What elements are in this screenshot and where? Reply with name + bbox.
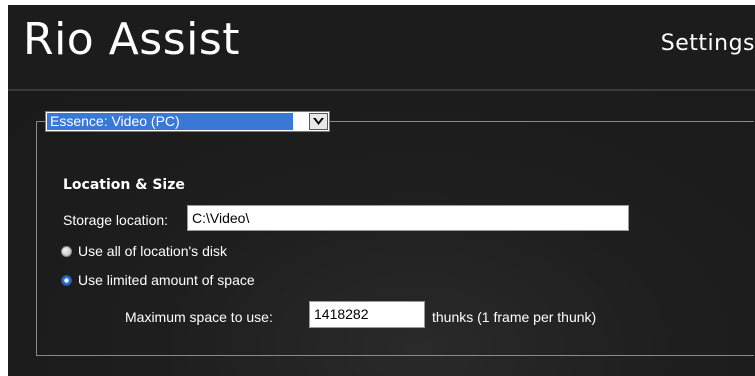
max-space-input[interactable]: 1418282: [309, 301, 425, 328]
radio-use-limited-space-label: Use limited amount of space: [78, 272, 255, 288]
storage-location-label: Storage location:: [63, 212, 169, 228]
storage-location-input[interactable]: C:\Video\: [187, 205, 629, 231]
app-window: Rio Assist Settings Essence: Video (PC) …: [8, 5, 755, 376]
radio-button-unchecked[interactable]: [61, 245, 72, 257]
radio-use-all-disk[interactable]: Use all of location's disk: [61, 243, 227, 259]
app-title: Rio Assist: [23, 14, 241, 65]
radio-use-all-disk-label: Use all of location's disk: [78, 243, 227, 259]
header: Rio Assist Settings: [8, 5, 755, 85]
settings-content: Essence: Video (PC) Location & Size Stor…: [8, 91, 755, 376]
radio-button-checked[interactable]: [61, 274, 72, 286]
essence-select[interactable]: Essence: Video (PC): [45, 111, 330, 132]
max-space-unit: thunks (1 frame per thunk): [432, 309, 597, 325]
max-space-label: Maximum space to use:: [125, 309, 273, 325]
page-title: Settings: [660, 31, 755, 56]
radio-use-limited-space[interactable]: Use limited amount of space: [61, 272, 255, 288]
essence-select-value: Essence: Video (PC): [47, 113, 293, 130]
chevron-down-icon[interactable]: [309, 113, 328, 130]
section-title-location-size: Location & Size: [63, 177, 185, 193]
